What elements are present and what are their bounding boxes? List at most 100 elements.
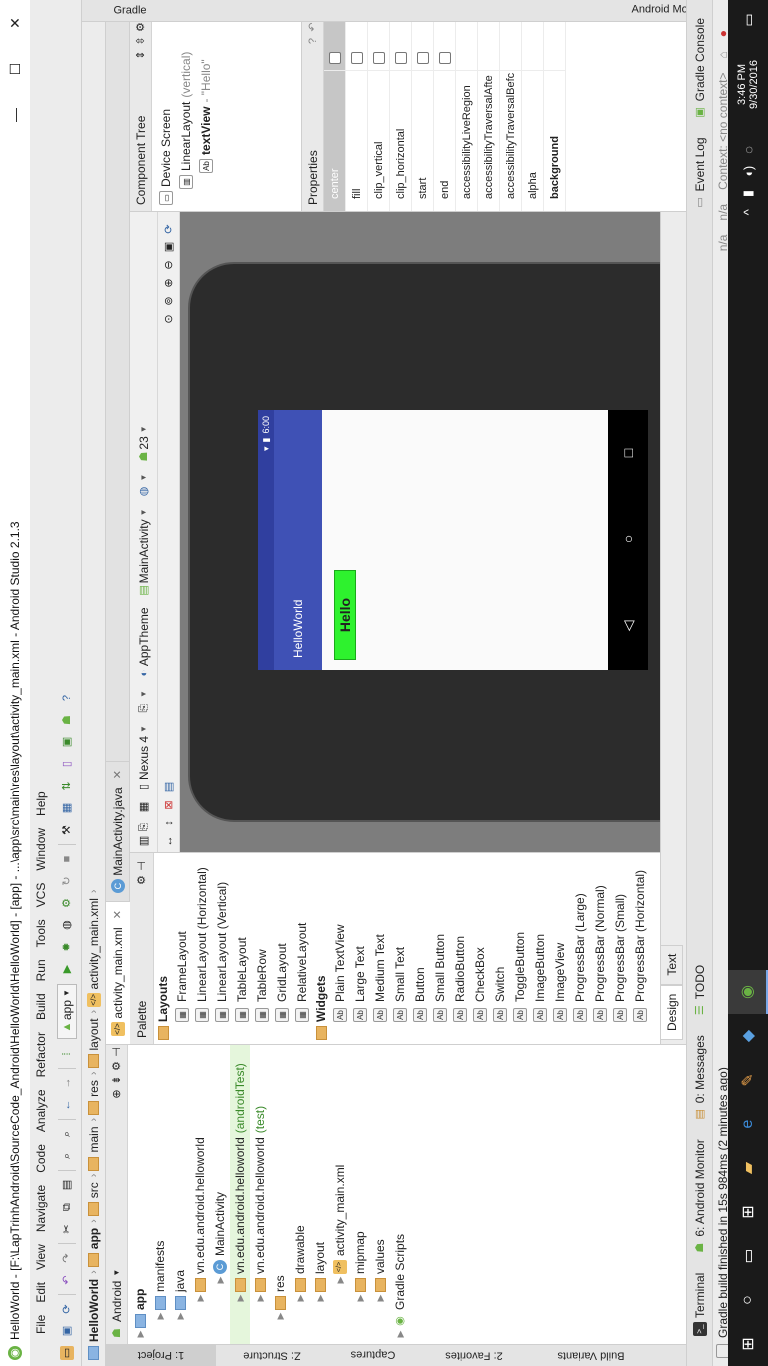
property-checkbox[interactable]	[438, 52, 451, 64]
close-button[interactable]: ✕	[0, 0, 30, 46]
save-all-button[interactable]: ▣	[56, 1320, 78, 1342]
property-checkbox[interactable]	[416, 52, 429, 64]
search-button[interactable]: ○	[728, 1278, 768, 1322]
locale-select[interactable]: ◍ ▼	[137, 474, 151, 499]
make-project-button[interactable]: ⁞	[56, 1043, 78, 1065]
tab-todo[interactable]: ☰ TODO	[693, 965, 707, 1017]
property-checkbox[interactable]	[350, 52, 363, 64]
cut-button[interactable]: ✂	[56, 1218, 78, 1240]
project-tree-item[interactable]: ▶ manifests	[150, 1045, 170, 1344]
breadcrumb-item[interactable]: layout	[87, 1018, 101, 1069]
expand-arrow-icon[interactable]: ▶	[155, 1310, 166, 1322]
property-row[interactable]: accessibilityTraversalBefc	[499, 0, 522, 211]
expand-arrow-icon[interactable]: ▶	[175, 1310, 186, 1322]
project-tree-item[interactable]: ▶ ◉ Gradle Scripts	[390, 1045, 410, 1344]
layout-grid-icon[interactable]: ▤	[162, 780, 176, 794]
menu-file[interactable]: File	[34, 1315, 48, 1334]
breadcrumb-item[interactable]: </> activity_main.xml	[86, 898, 101, 1007]
explorer-button[interactable]: ▰	[728, 1146, 768, 1190]
avd-manager-button[interactable]: ▯	[56, 753, 78, 775]
refresh-icon[interactable]: ⟳	[162, 222, 176, 236]
property-row[interactable]: background	[543, 0, 566, 211]
property-row[interactable]: accessibilityTraversalAfte	[477, 0, 500, 211]
tab-project[interactable]: 1: Project	[106, 1344, 216, 1366]
redo-button[interactable]: ↷	[56, 1247, 78, 1269]
gear-icon[interactable]: ⚙	[110, 1059, 124, 1073]
help-icon[interactable]: ?	[306, 34, 320, 48]
palette-item[interactable]: Ab CheckBox	[470, 853, 490, 1044]
stop-button[interactable]: ■	[56, 848, 78, 870]
expand-arrow-icon[interactable]: ▶	[375, 1292, 386, 1304]
zoom-in-icon[interactable]: ⊕	[162, 276, 176, 290]
property-row[interactable]: end	[433, 0, 456, 211]
tab-main-activity[interactable]: C MainActivity.java ✕	[105, 761, 130, 902]
palette-toggle-icon[interactable]: ▦	[137, 800, 151, 814]
property-row[interactable]: accessibilityLiveRegion	[455, 0, 478, 211]
menu-help[interactable]: Help	[34, 791, 48, 816]
palette-item[interactable]: ▦ FrameLayout	[172, 853, 192, 1044]
project-view-select[interactable]: Android	[110, 1281, 124, 1322]
expand-arrow-icon[interactable]: ▶	[355, 1292, 366, 1304]
expand-arrow-icon[interactable]: ▶	[255, 1292, 266, 1304]
palette-category[interactable]: Widgets	[312, 853, 330, 1044]
expand-arrow-icon[interactable]: ▶	[395, 1328, 406, 1340]
forward-button[interactable]: →	[56, 1072, 78, 1094]
expand-arrow-icon[interactable]: ▶	[295, 1292, 306, 1304]
project-tree-item[interactable]: ▶ mipmap	[350, 1045, 370, 1344]
undo-icon[interactable]: ↶	[306, 20, 320, 34]
menu-vcs[interactable]: VCS	[34, 883, 48, 908]
palette-item[interactable]: Ab ProgressBar (Small)	[610, 853, 630, 1044]
tab-messages[interactable]: ▤ 0: Messages	[693, 1035, 707, 1121]
palette-item[interactable]: ▦ TableRow	[252, 853, 272, 1044]
activity-select[interactable]: ▤ MainActivity ▼	[137, 508, 151, 597]
android-device-monitor-button[interactable]: ▣	[56, 731, 78, 753]
theme-select[interactable]: ◐ AppTheme	[137, 607, 151, 680]
tab-text[interactable]: Text	[661, 944, 683, 985]
close-icon[interactable]: ✕	[111, 910, 124, 919]
project-tree-item[interactable]: ▶ vn.edu.android.helloworld (test)	[250, 1045, 270, 1344]
coverage-button[interactable]: ◍	[56, 914, 78, 936]
nav-back-icon[interactable]: ◁	[620, 621, 637, 632]
breadcrumb-item[interactable]: src	[87, 1182, 101, 1217]
menu-view[interactable]: View	[34, 1244, 48, 1270]
layout-toggle-icon[interactable]: ▥	[137, 834, 151, 848]
expand-all-icon[interactable]: ⇕	[134, 48, 148, 62]
run-config-select[interactable]: ▲ app ▼	[56, 984, 77, 1039]
zoom-fit-icon[interactable]: ⊙	[162, 312, 176, 326]
palette-item[interactable]: Ab Large Text	[350, 853, 370, 1044]
screenshot-icon[interactable]: ▣	[162, 240, 176, 254]
paint-button[interactable]: ✎	[728, 1058, 768, 1102]
notification-icon[interactable]: ▭	[736, 8, 760, 32]
property-checkbox[interactable]	[328, 52, 341, 64]
error-toggle-icon[interactable]: ⊠	[162, 798, 176, 812]
menu-build[interactable]: Build	[34, 993, 48, 1020]
tab-gradle[interactable]: Gradle	[90, 0, 170, 21]
project-tree-item[interactable]: ▶ app	[130, 1045, 150, 1344]
component-tree-item[interactable]: ▥ LinearLayout (vertical)	[176, 0, 196, 211]
sync-button[interactable]: ⟳	[56, 1298, 78, 1320]
property-checkbox[interactable]	[372, 52, 385, 64]
chevron-up-icon[interactable]: ^	[741, 209, 756, 215]
expand-arrow-icon[interactable]: ▶	[195, 1292, 206, 1304]
collapse-all-icon[interactable]: ⇳	[134, 34, 148, 48]
network-icon[interactable]: ◌	[741, 146, 756, 154]
palette-item[interactable]: Ab ProgressBar (Normal)	[590, 853, 610, 1044]
hello-textview[interactable]: Hello	[334, 570, 356, 660]
expand-arrow-icon[interactable]: ▶	[335, 1274, 346, 1286]
app-button[interactable]: ◆	[728, 1014, 768, 1058]
tab-android-monitor[interactable]: ☗ 6: Android Monitor	[693, 1139, 707, 1254]
menu-edit[interactable]: Edit	[34, 1282, 48, 1303]
property-checkbox[interactable]	[394, 52, 407, 64]
nav-recent-icon[interactable]: □	[620, 449, 636, 457]
hide-icon[interactable]: ⊣	[135, 859, 149, 873]
palette-item[interactable]: Ab Small Button	[430, 853, 450, 1044]
palette-item[interactable]: Ab ProgressBar (Horizontal)	[630, 853, 650, 1044]
palette-item[interactable]: Ab Plain TextView	[330, 853, 350, 1044]
volume-icon[interactable]: ◖)	[741, 166, 756, 178]
breadcrumb-item[interactable]: res	[87, 1080, 101, 1115]
expand-arrow-icon[interactable]: ▶	[315, 1292, 326, 1304]
palette-item[interactable]: Ab Medium Text	[370, 853, 390, 1044]
system-clock[interactable]: 3:46 PM 9/30/2016	[728, 60, 768, 109]
breadcrumb-item[interactable]: HelloWorld	[87, 1279, 101, 1360]
breadcrumb-item[interactable]: main	[87, 1127, 101, 1171]
